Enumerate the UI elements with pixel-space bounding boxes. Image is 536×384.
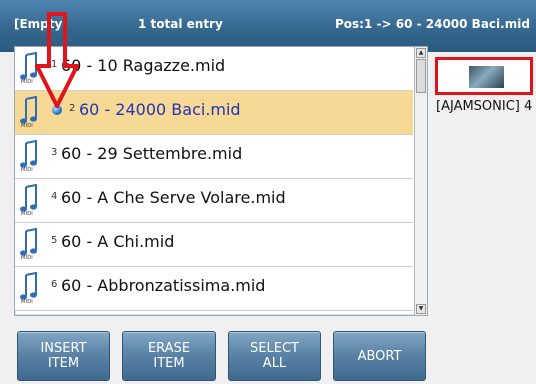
abort-label: ABORT <box>357 348 402 364</box>
header-position: Pos:1 -> 60 - 24000 Baci.mid <box>335 17 530 31</box>
midi-icon-label: MIDI <box>21 123 33 129</box>
preview-box[interactable] <box>435 57 533 95</box>
midi-icon-label: MIDI <box>21 167 33 173</box>
list-item[interactable]: MIDI 5 60 - A Chi.mid <box>15 223 413 267</box>
list-item[interactable]: MIDI 3 60 - 29 Settembre.mid <box>15 135 413 179</box>
list-item[interactable]: MIDI 6 60 - Abbronzatissima.mid <box>15 267 413 311</box>
item-index: 4 <box>51 191 58 202</box>
scroll-down-arrow-icon[interactable]: ▼ <box>416 304 426 314</box>
item-name: 60 - 29 Settembre.mid <box>61 144 243 163</box>
item-index: 5 <box>51 235 58 246</box>
select-all-label: SELECT ALL <box>250 341 299 371</box>
midi-icon-label: MIDI <box>21 211 33 217</box>
scroll-up-arrow-icon[interactable]: ▲ <box>416 48 426 58</box>
preview-thumbnail <box>469 66 504 88</box>
item-name: 60 - 10 Ragazze.mid <box>61 56 226 75</box>
abort-button[interactable]: ABORT <box>333 331 426 381</box>
midi-icon-label: MIDI <box>21 299 33 305</box>
erase-item-label: ERASE ITEM <box>147 341 191 371</box>
item-index: 6 <box>51 279 58 290</box>
scroll-thumb[interactable] <box>416 59 426 93</box>
item-index: 3 <box>51 147 58 158</box>
red-down-arrow-icon <box>35 12 79 108</box>
item-name: 60 - 24000 Baci.mid <box>79 100 241 119</box>
list-item[interactable]: MIDI 4 60 - A Che Serve Volare.mid <box>15 179 413 223</box>
item-name: 60 - Abbronzatissima.mid <box>61 276 266 295</box>
erase-item-button[interactable]: ERASE ITEM <box>122 331 216 381</box>
item-name: 60 - A Chi.mid <box>61 232 175 251</box>
item-name: 60 - A Che Serve Volare.mid <box>61 188 286 207</box>
midi-icon-label: MIDI <box>21 255 33 261</box>
preview-label: [AJAMSONIC] 4 <box>436 99 533 114</box>
insert-item-button[interactable]: INSERT ITEM <box>17 331 110 381</box>
list-scrollbar[interactable]: ▲ ▼ <box>414 47 427 315</box>
header-bar: [Empty] 1 total entry Pos:1 -> 60 - 2400… <box>0 0 536 52</box>
midi-icon-label: MIDI <box>21 79 33 85</box>
select-all-button[interactable]: SELECT ALL <box>228 331 321 381</box>
header-entry-count: 1 total entry <box>138 17 223 31</box>
insert-item-label: INSERT ITEM <box>40 341 87 371</box>
